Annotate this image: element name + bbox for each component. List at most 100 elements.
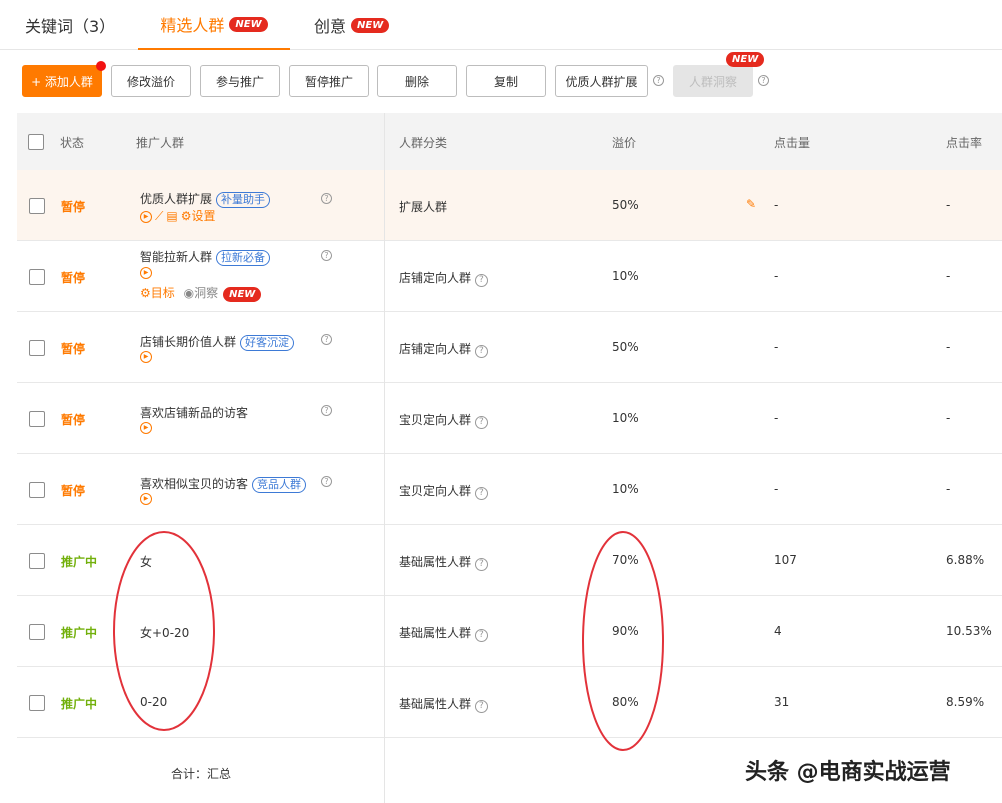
crowd-actions: ▶ (140, 265, 155, 279)
ctr-value: 10.53% (946, 624, 992, 638)
report-icon[interactable]: ▤ (166, 209, 177, 223)
help-icon[interactable]: ? (474, 487, 488, 500)
tab-creative[interactable]: 创意 NEW (314, 0, 390, 50)
crowd-category: 店铺定向人群 ? (399, 340, 488, 358)
row-checkbox[interactable] (29, 411, 45, 427)
add-crowd-button[interactable]: + 添加人群 (22, 65, 102, 97)
target-link[interactable]: 目标 (151, 286, 175, 300)
ctr-value: - (946, 482, 951, 496)
status-badge: 暂停 (61, 484, 86, 498)
status-badge: 推广中 (61, 697, 98, 711)
help-icon[interactable]: ? (474, 558, 488, 571)
ctr-value: - (946, 411, 951, 425)
crowd-actions: ⚙目标 ◉洞察 NEW (140, 284, 262, 302)
help-icon[interactable]: ? (474, 345, 488, 358)
crowd-category-text: 宝贝定向人群 (399, 484, 472, 498)
premium-value: 10% (612, 411, 639, 425)
clicks-value: - (774, 198, 779, 212)
insight-link[interactable]: 洞察 (194, 286, 218, 300)
help-icon[interactable]: ? (321, 476, 332, 487)
help-icon[interactable]: ? (321, 405, 332, 416)
ctr-value: - (946, 340, 951, 354)
new-badge: NEW (229, 16, 268, 32)
table-row: 推广中 0-20 基础属性人群 ? 80% 31 8.59% (17, 667, 1002, 738)
help-icon[interactable]: ? (474, 416, 488, 429)
pencil-icon[interactable]: ✎ (746, 197, 756, 211)
crowd-actions: ▶ (140, 491, 155, 505)
crowd-expand-button[interactable]: 优质人群扩展 (555, 65, 648, 97)
pause-promotion-button[interactable]: 暂停推广 (289, 65, 369, 97)
header-category: 人群分类 (399, 136, 448, 150)
crowd-insight-button[interactable]: 人群洞察 (673, 65, 753, 97)
premium-value: 10% (612, 482, 639, 496)
play-icon[interactable]: ▶ (140, 421, 152, 434)
crowd-name: 优质人群扩展 补量助手 (140, 190, 271, 208)
header-status: 状态 (60, 136, 85, 150)
help-icon[interactable]: ? (474, 274, 488, 287)
crowd-category: 基础属性人群 ? (399, 553, 488, 571)
watermark: 头条 @电商实战运营 (745, 760, 951, 785)
table-row: 推广中 女+0-20 基础属性人群 ? 90% 4 10.53% (17, 596, 1002, 667)
crowd-category: 扩展人群 (399, 200, 448, 214)
crowd-name-text: 优质人群扩展 (140, 192, 213, 206)
modify-premium-button[interactable]: 修改溢价 (111, 65, 191, 97)
play-icon[interactable]: ▶ (140, 492, 152, 505)
gear-icon[interactable]: ⚙ (181, 209, 192, 223)
row-checkbox[interactable] (29, 340, 45, 356)
select-all-checkbox[interactable] (28, 134, 44, 150)
help-icon[interactable]: ? (653, 75, 664, 86)
play-icon[interactable]: ▶ (140, 210, 152, 223)
table-row: 暂停 优质人群扩展 补量助手 ? ▶ ⟋ ▤ ⚙设置 扩展人群 50% ✎ - - (17, 170, 1002, 241)
help-icon[interactable]: ? (758, 75, 769, 86)
crowd-name: 智能拉新人群 拉新必备 (140, 248, 271, 266)
crowd-category-text: 店铺定向人群 (399, 271, 472, 285)
crowd-tag: 补量助手 (216, 192, 271, 208)
clicks-value: - (774, 482, 779, 496)
help-icon[interactable]: ? (321, 193, 332, 204)
status-badge: 暂停 (61, 413, 86, 427)
clicks-value: - (774, 269, 779, 283)
crowd-name: 0-20 (140, 695, 168, 709)
table-row: 暂停 智能拉新人群 拉新必备 ? ▶ ⚙目标 ◉洞察 NEW 店铺定向人群 ? 10… (17, 241, 1002, 312)
crowd-category: 宝贝定向人群 ? (399, 411, 488, 429)
new-badge: NEW (223, 287, 262, 302)
premium-value: 90% (612, 624, 639, 638)
crowd-category-text: 宝贝定向人群 (399, 413, 472, 427)
row-checkbox[interactable] (29, 482, 45, 498)
crowd-tag: 竞品人群 (252, 477, 307, 493)
premium-value: 70% (612, 553, 639, 567)
crowd-actions: ▶ ⟋ ▤ ⚙设置 (140, 207, 216, 224)
ctr-value: - (946, 198, 951, 212)
notification-dot (96, 61, 106, 71)
gear-icon[interactable]: ⚙ (140, 286, 151, 300)
chart-icon[interactable]: ⟋ (155, 209, 163, 223)
row-checkbox[interactable] (29, 553, 45, 569)
copy-button[interactable]: 复制 (466, 65, 546, 97)
help-icon[interactable]: ? (474, 700, 488, 713)
crowd-category: 宝贝定向人群 ? (399, 482, 488, 500)
crowd-name: 女 (140, 555, 153, 569)
help-icon[interactable]: ? (321, 250, 332, 261)
clicks-value: 107 (774, 553, 797, 567)
help-icon[interactable]: ? (474, 629, 488, 642)
join-promotion-button[interactable]: 参与推广 (200, 65, 280, 97)
status-badge: 推广中 (61, 555, 98, 569)
row-checkbox[interactable] (29, 695, 45, 711)
new-badge: NEW (351, 17, 390, 33)
status-badge: 暂停 (61, 342, 86, 356)
tab-keywords[interactable]: 关键词（3） (25, 0, 115, 50)
header-ctr: 点击率 (946, 136, 983, 150)
eye-icon[interactable]: ◉ (184, 286, 194, 300)
status-badge: 推广中 (61, 626, 98, 640)
row-checkbox[interactable] (29, 624, 45, 640)
row-checkbox[interactable] (29, 198, 45, 214)
play-icon[interactable]: ▶ (140, 266, 152, 279)
tab-keywords-label: 关键词（3） (25, 17, 116, 36)
settings-link[interactable]: 设置 (192, 209, 216, 223)
delete-button[interactable]: 删除 (377, 65, 457, 97)
help-icon[interactable]: ? (321, 334, 332, 345)
play-icon[interactable]: ▶ (140, 350, 152, 363)
row-checkbox[interactable] (29, 269, 45, 285)
tab-selected-crowd[interactable]: 精选人群 NEW (138, 0, 290, 50)
status-badge: 暂停 (61, 200, 86, 214)
